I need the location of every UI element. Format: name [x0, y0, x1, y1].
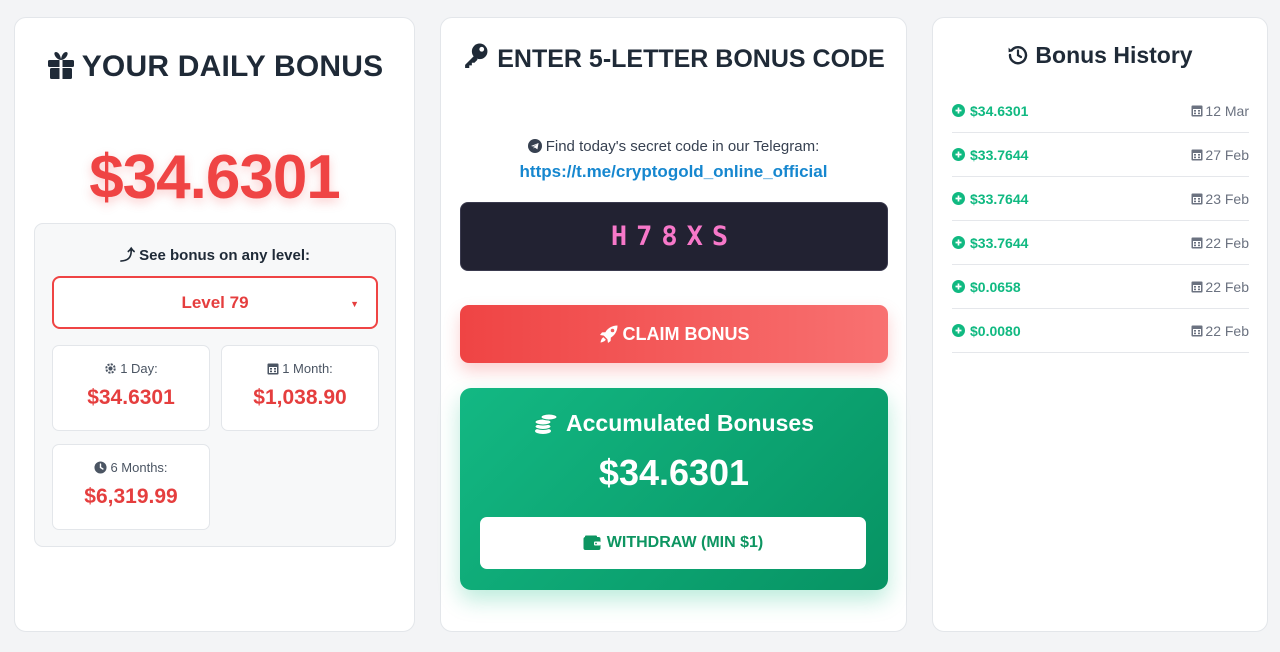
history-date: 12 Mar: [1191, 103, 1249, 119]
claim-bonus-button[interactable]: CLAIM BONUS: [460, 305, 888, 363]
calendar-icon: [267, 362, 279, 378]
bonus-history-card: Bonus History $34.6301 12 Mar $33.7644 2…: [932, 17, 1268, 632]
clock-icon: [94, 461, 107, 477]
claim-bonus-label: CLAIM BONUS: [622, 323, 750, 344]
level-select[interactable]: Level 79 ▼: [52, 276, 378, 329]
history-amount: $33.7644: [952, 147, 1028, 163]
caret-down-icon: ▼: [350, 299, 359, 309]
history-date: 23 Feb: [1191, 191, 1249, 207]
history-date-text: 22 Feb: [1205, 278, 1249, 295]
plus-circle-icon: [952, 192, 965, 205]
withdraw-label: WITHDRAW (MIN $1): [606, 534, 764, 551]
history-amount: $0.0080: [952, 323, 1021, 339]
accumulated-title: Accumulated Bonuses: [460, 410, 888, 441]
stat-value: $34.6301: [87, 386, 175, 409]
bonus-code-input[interactable]: H78XS: [460, 202, 888, 271]
history-amount-text: $0.0080: [970, 322, 1021, 339]
history-row: $33.7644 23 Feb: [952, 177, 1249, 221]
stat-1-day: 1 Day: $34.6301: [52, 345, 210, 431]
accumulated-amount: $34.6301: [598, 452, 750, 493]
bonus-history-title-text: Bonus History: [1035, 42, 1193, 68]
calendar-icon: [1191, 104, 1203, 117]
arrow-up-icon: ⤴: [119, 247, 135, 264]
level-calculator: ⤴ See bonus on any level: Level 79 ▼ 1 D…: [34, 223, 396, 547]
history-amount: $0.0658: [952, 279, 1021, 295]
stat-label-text: 6 Months:: [110, 460, 168, 475]
plus-circle-icon: [952, 280, 965, 293]
history-amount-text: $33.7644: [970, 146, 1029, 163]
plus-circle-icon: [952, 236, 965, 249]
daily-bonus-title: YOUR DAILY BONUS: [15, 44, 414, 93]
stat-label-text: 1 Day:: [120, 361, 158, 376]
history-date-text: 22 Feb: [1205, 234, 1249, 251]
daily-bonus-title-text: YOUR DAILY BONUS: [81, 50, 384, 83]
level-select-value: Level 79: [181, 292, 249, 312]
calendar-icon: [1191, 280, 1203, 293]
history-date-text: 22 Feb: [1205, 322, 1249, 339]
stat-label: 1 Month:: [222, 361, 378, 378]
history-amount-text: $0.0658: [970, 278, 1021, 295]
bonus-history-list: $34.6301 12 Mar $33.7644 27 Feb $33.7644: [952, 89, 1249, 353]
stat-label: 6 Months:: [53, 460, 209, 477]
stat-6-months: 6 Months: $6,319.99: [52, 444, 210, 530]
stat-label: 1 Day:: [53, 361, 209, 378]
rocket-icon: [599, 324, 619, 344]
daily-bonus-card: YOUR DAILY BONUS $34.6301 ⤴ See bonus on…: [14, 17, 415, 632]
withdraw-button[interactable]: WITHDRAW (MIN $1): [480, 517, 866, 569]
history-row: $33.7644 22 Feb: [952, 221, 1249, 265]
coins-icon: [534, 411, 558, 441]
history-row: $0.0658 22 Feb: [952, 265, 1249, 309]
bonus-code-title-text: ENTER 5-LETTER BONUS CODE: [497, 45, 885, 73]
plus-circle-icon: [952, 148, 965, 161]
bonus-code-title: ENTER 5-LETTER BONUS CODE: [461, 40, 886, 81]
key-icon: [462, 42, 489, 81]
gear-icon: [104, 362, 117, 378]
bonus-code-card: ENTER 5-LETTER BONUS CODE Find today's s…: [440, 17, 907, 632]
history-date: 27 Feb: [1191, 147, 1249, 163]
wallet-icon: [583, 535, 601, 551]
gift-icon: [46, 47, 76, 93]
plus-circle-icon: [952, 104, 965, 117]
stat-value: $1,038.90: [253, 386, 347, 409]
stat-value: $6,319.99: [84, 485, 178, 508]
history-date: 22 Feb: [1191, 323, 1249, 339]
history-amount-text: $33.7644: [970, 234, 1029, 251]
telegram-link[interactable]: https://t.me/cryptogold_online_official: [441, 162, 906, 182]
history-amount-text: $33.7644: [970, 190, 1029, 207]
telegram-icon: [527, 139, 542, 157]
calendar-icon: [1191, 324, 1203, 337]
calendar-icon: [1191, 148, 1203, 161]
telegram-hint: Find today's secret code in our Telegram…: [441, 138, 906, 157]
level-prompt: ⤴ See bonus on any level:: [35, 244, 395, 265]
history-icon: [1007, 44, 1029, 72]
stat-label-text: 1 Month:: [282, 361, 333, 376]
history-row: $0.0080 22 Feb: [952, 309, 1249, 353]
history-row: $34.6301 12 Mar: [952, 89, 1249, 133]
history-amount-text: $34.6301: [970, 102, 1029, 119]
telegram-hint-text: Find today's secret code in our Telegram…: [545, 138, 820, 155]
calendar-icon: [1191, 236, 1203, 249]
history-date-text: 12 Mar: [1205, 102, 1249, 119]
history-date-text: 23 Feb: [1205, 190, 1249, 207]
level-prompt-text: See bonus on any level:: [139, 247, 311, 264]
accumulated-title-text: Accumulated Bonuses: [566, 410, 814, 436]
calendar-icon: [1191, 192, 1203, 205]
history-amount: $33.7644: [952, 191, 1028, 207]
history-row: $33.7644 27 Feb: [952, 133, 1249, 177]
stat-1-month: 1 Month: $1,038.90: [221, 345, 379, 431]
history-date: 22 Feb: [1191, 279, 1249, 295]
history-date: 22 Feb: [1191, 235, 1249, 251]
accumulated-bonuses-panel: Accumulated Bonuses $34.6301 WITHDRAW (M…: [460, 388, 888, 590]
history-amount: $34.6301: [952, 103, 1028, 119]
bonus-history-title: Bonus History: [933, 42, 1267, 72]
history-amount: $33.7644: [952, 235, 1028, 251]
daily-bonus-amount: $34.6301: [89, 143, 341, 212]
history-date-text: 27 Feb: [1205, 146, 1249, 163]
plus-circle-icon: [952, 324, 965, 337]
